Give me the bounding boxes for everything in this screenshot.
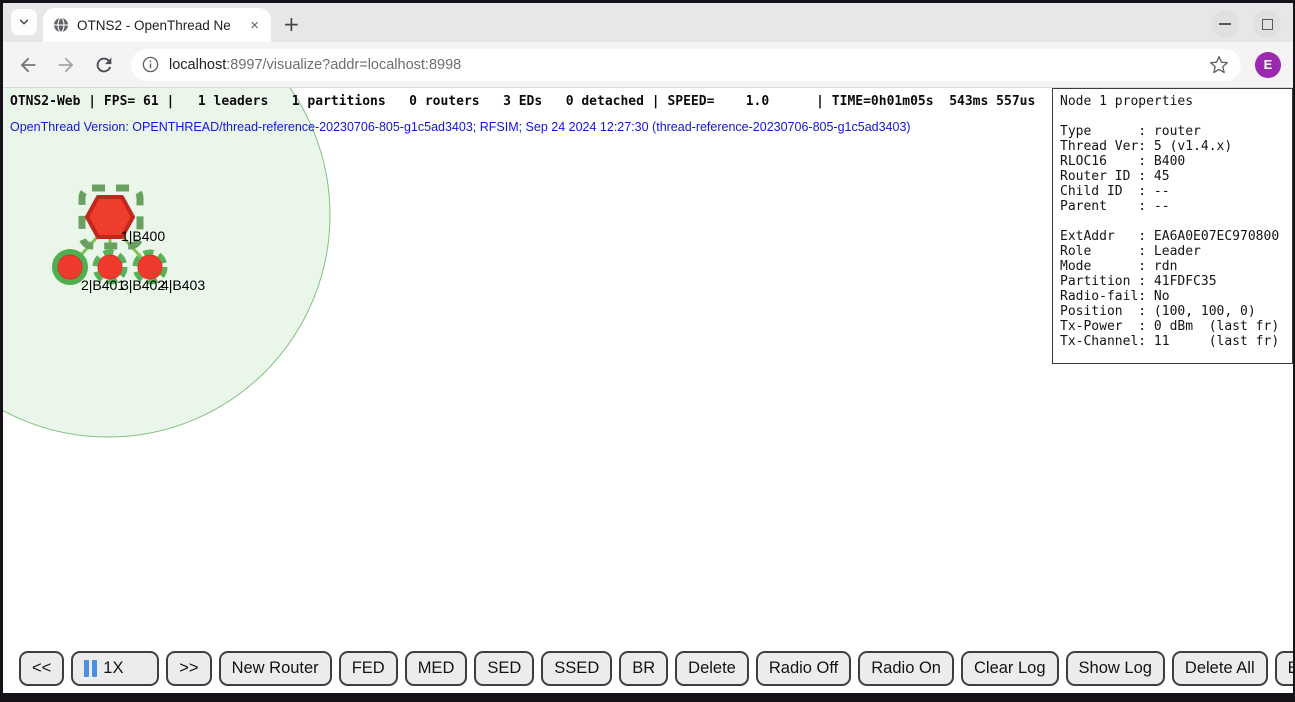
tab-close-icon[interactable]: × bbox=[246, 18, 263, 33]
properties-panel-body: Type : router Thread Ver: 5 (v1.4.x) RLO… bbox=[1060, 109, 1292, 349]
action-bar: << 1X >> New Router FED MED SED SSED BR … bbox=[19, 650, 1287, 686]
ssed-button[interactable]: SSED bbox=[541, 651, 612, 686]
node-properties-panel: Node 1 properties Type : router Thread V… bbox=[1052, 88, 1293, 364]
maximize-icon bbox=[1262, 19, 1273, 30]
node-4-circle[interactable] bbox=[138, 255, 162, 279]
window-maximize-button[interactable] bbox=[1253, 10, 1281, 38]
rewind-button[interactable]: << bbox=[19, 651, 64, 686]
br-button[interactable]: BR bbox=[619, 651, 668, 686]
back-button[interactable] bbox=[17, 54, 39, 76]
node-3-label: 3|B402 bbox=[121, 277, 165, 293]
radio-off-button[interactable]: Radio Off bbox=[756, 651, 851, 686]
forward-button[interactable] bbox=[55, 54, 77, 76]
properties-panel-title: Node 1 properties bbox=[1060, 94, 1292, 109]
new-tab-button[interactable]: + bbox=[283, 14, 300, 34]
profile-avatar[interactable]: E bbox=[1255, 52, 1281, 78]
openthread-version-line: OpenThread Version: OPENTHREAD/thread-re… bbox=[10, 120, 911, 134]
fed-button[interactable]: FED bbox=[339, 651, 398, 686]
node-4-label: 4|B403 bbox=[161, 277, 205, 293]
show-log-button[interactable]: Show Log bbox=[1066, 651, 1165, 686]
url-path: :8997/visualize?addr=localhost:8998 bbox=[226, 57, 461, 73]
sed-button[interactable]: SED bbox=[474, 651, 534, 686]
fast-forward-button[interactable]: >> bbox=[166, 651, 211, 686]
url-text: localhost:8997/visualize?addr=localhost:… bbox=[169, 57, 1209, 73]
med-button[interactable]: MED bbox=[405, 651, 468, 686]
otns-canvas-area: 1|B400 2|B401 3|B402 4|B403 OTNS2-Web | … bbox=[3, 88, 1293, 693]
tab-otns2[interactable]: OTNS2 - OpenThread Ne × bbox=[43, 8, 271, 42]
node-2-label: 2|B401 bbox=[81, 277, 125, 293]
chevron-down-icon bbox=[17, 15, 31, 29]
address-bar[interactable]: localhost:8997/visualize?addr=localhost:… bbox=[131, 49, 1241, 81]
radio-on-button[interactable]: Radio On bbox=[858, 651, 954, 686]
node-1-label: 1|B400 bbox=[121, 228, 165, 244]
speed-label: 1X bbox=[103, 659, 123, 678]
reload-button[interactable] bbox=[93, 54, 115, 76]
url-host: localhost bbox=[169, 57, 226, 73]
speed-button[interactable]: 1X bbox=[71, 651, 159, 686]
tab-search-button[interactable] bbox=[11, 9, 37, 35]
delete-all-button[interactable]: Delete All bbox=[1172, 651, 1268, 686]
minimize-icon bbox=[1219, 23, 1231, 25]
bookmark-star-icon[interactable] bbox=[1209, 55, 1229, 75]
delete-button[interactable]: Delete bbox=[675, 651, 749, 686]
node-2-circle[interactable] bbox=[58, 255, 82, 279]
clear-log-button[interactable]: Clear Log bbox=[961, 651, 1059, 686]
pause-icon bbox=[84, 660, 97, 677]
site-info-icon[interactable] bbox=[141, 55, 160, 74]
window-minimize-button[interactable] bbox=[1211, 10, 1239, 38]
globe-favicon-icon bbox=[53, 17, 69, 33]
new-router-button[interactable]: New Router bbox=[219, 651, 332, 686]
energy-stats-button[interactable]: Energy-stats ↗ bbox=[1275, 651, 1293, 686]
tab-strip: OTNS2 - OpenThread Ne × + bbox=[3, 3, 1293, 42]
node-3-circle[interactable] bbox=[98, 255, 122, 279]
simulation-status-bar: OTNS2-Web | FPS= 61 | 1 leaders 1 partit… bbox=[10, 94, 1035, 109]
tab-title: OTNS2 - OpenThread Ne bbox=[77, 18, 242, 33]
browser-toolbar: localhost:8997/visualize?addr=localhost:… bbox=[3, 42, 1293, 87]
browser-window: OTNS2 - OpenThread Ne × + localhost:8997… bbox=[0, 0, 1295, 702]
